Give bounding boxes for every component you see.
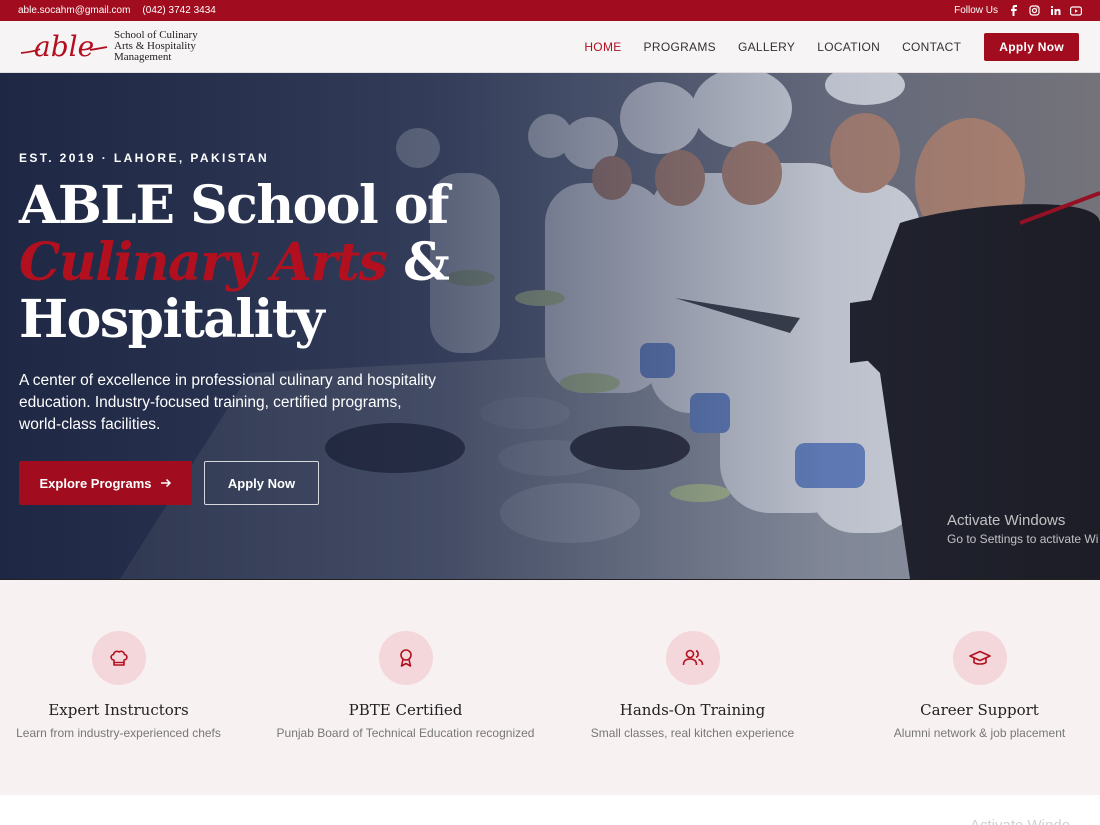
hero-title-line-1: ABLE School of <box>19 175 449 236</box>
feature-description: Punjab Board of Technical Education reco… <box>276 726 535 740</box>
feature-description: Small classes, real kitchen experience <box>590 726 795 740</box>
hero-title-line-2: Culinary Arts & <box>19 232 450 293</box>
feature-title: Career Support <box>920 701 1039 719</box>
hero-title-amp: & <box>386 232 450 293</box>
explore-programs-label: Explore Programs <box>39 475 152 491</box>
logo-script: able <box>34 31 94 63</box>
feature-title: Hands-On Training <box>619 701 766 719</box>
hero-description: A center of excellence in professional c… <box>19 372 437 433</box>
feature-description: Learn from industry-experienced chefs <box>16 726 221 740</box>
feature-icon-circle <box>91 631 146 685</box>
site-logo[interactable]: able School of Culinary Arts & Hospitali… <box>20 30 198 63</box>
next-section-edge <box>0 795 1100 825</box>
youtube-icon[interactable] <box>1070 5 1082 17</box>
feature-icon-circle <box>378 631 433 685</box>
nav-contact[interactable]: CONTACT <box>902 40 961 54</box>
hero-section: EST. 2019 · LAHORE, PAKISTAN ABLE School… <box>0 73 1100 579</box>
chef-hat-icon <box>109 650 128 666</box>
contact-info: able.socahm@gmail.com (042) 3742 3434 <box>18 5 216 16</box>
award-ribbon-icon <box>399 649 412 667</box>
email-link[interactable]: able.socahm@gmail.com <box>18 5 130 16</box>
main-navbar: able School of Culinary Arts & Hospitali… <box>0 21 1100 73</box>
logo-text: School of Culinary Arts & Hospitality Ma… <box>114 30 198 63</box>
phone-link[interactable]: (042) 3742 3434 <box>142 5 215 16</box>
hero-title-line-3: Hospitality <box>19 289 325 350</box>
logo-line-3: Management <box>114 51 172 63</box>
nav-home[interactable]: HOME <box>584 40 621 54</box>
nav-apply-button[interactable]: Apply Now <box>984 32 1079 61</box>
top-bar: able.socahm@gmail.com (042) 3742 3434 Fo… <box>0 0 1100 21</box>
feature-title: Expert Instructors <box>48 701 189 719</box>
follow-us-label: Follow Us <box>954 5 998 16</box>
feature-title: PBTE Certified <box>348 701 463 719</box>
hero-apply-now-button[interactable]: Apply Now <box>204 461 319 505</box>
able-logo-mark: able <box>20 31 108 63</box>
explore-programs-button[interactable]: Explore Programs <box>19 461 192 505</box>
feature-icon-circle <box>665 631 720 685</box>
activate-windows-ghost: Activate Windo <box>970 817 1070 825</box>
nav-gallery[interactable]: GALLERY <box>738 40 795 54</box>
activate-windows-watermark: Activate Windows Go to Settings to activ… <box>947 512 1098 546</box>
social-links: Follow Us <box>954 5 1082 17</box>
nav-links: HOME PROGRAMS GALLERY LOCATION CONTACT A… <box>584 32 1079 61</box>
nav-programs[interactable]: PROGRAMS <box>644 40 716 54</box>
activate-windows-title: Activate Windows <box>947 512 1066 529</box>
features-section: Expert Instructors Learn from industry-e… <box>0 579 1100 795</box>
graduation-cap-icon <box>968 650 991 665</box>
arrow-right-icon <box>160 478 171 488</box>
linkedin-icon[interactable] <box>1049 5 1061 17</box>
activate-windows-subtitle: Go to Settings to activate Wi <box>947 532 1099 546</box>
nav-location[interactable]: LOCATION <box>817 40 880 54</box>
instagram-icon[interactable] <box>1028 5 1040 17</box>
feature-description: Alumni network & job placement <box>893 726 1066 740</box>
feature-icon-circle <box>952 631 1007 685</box>
hero-title-accent: Culinary Arts <box>19 232 388 293</box>
users-icon <box>682 649 703 666</box>
hero-title: ABLE School of Culinary Arts & Hospitali… <box>19 175 450 350</box>
facebook-icon[interactable] <box>1007 5 1019 17</box>
hero-eyebrow: EST. 2019 · LAHORE, PAKISTAN <box>19 151 270 165</box>
hero-buttons: Explore Programs Apply Now <box>19 461 319 505</box>
